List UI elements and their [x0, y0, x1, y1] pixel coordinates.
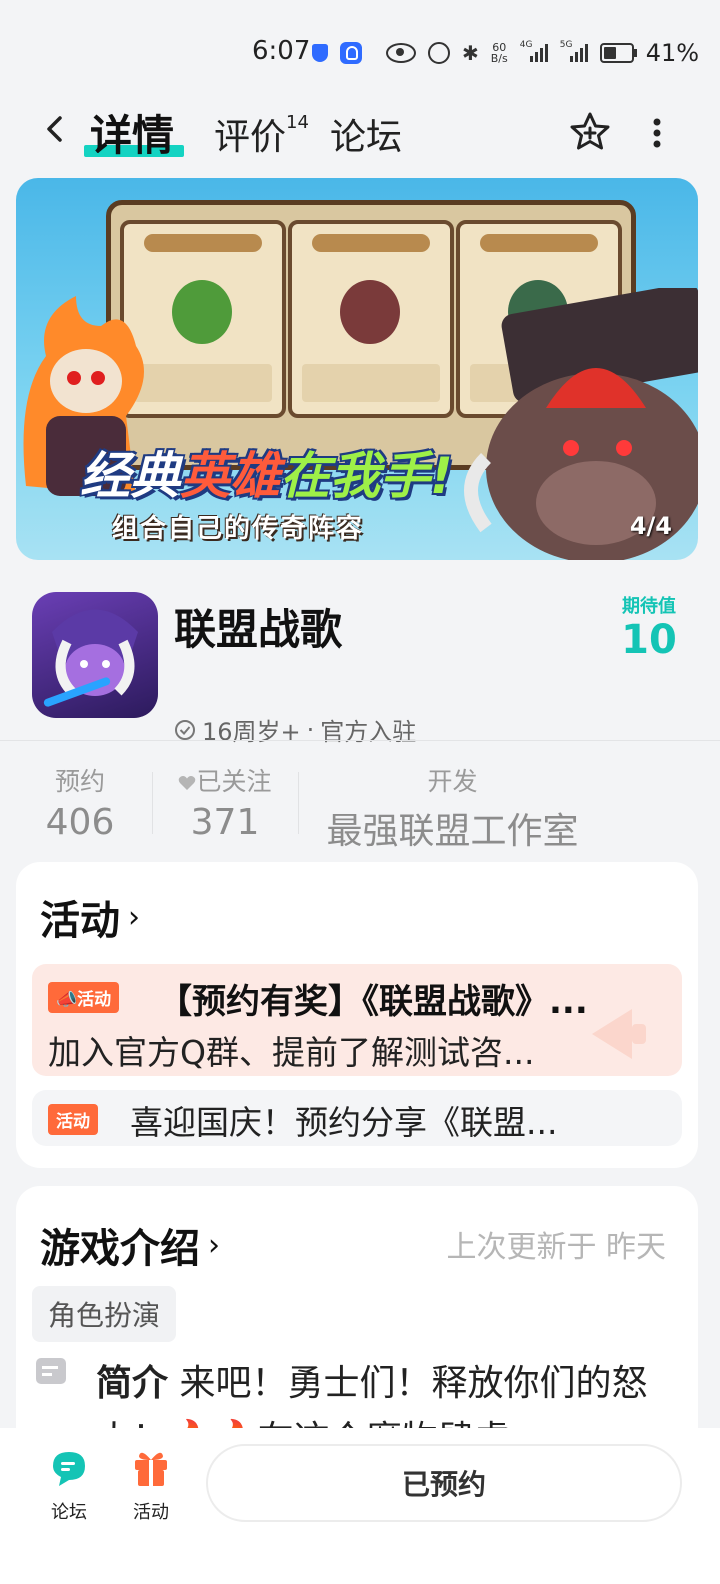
stat-divider [152, 772, 153, 834]
bluetooth-icon: ✱ [462, 41, 479, 65]
age-rating: 16周岁+ [202, 718, 301, 746]
check-circle-icon [175, 719, 195, 740]
stat-follow[interactable]: 已关注 371 [164, 762, 286, 843]
last-updated: 上次更新于 昨天 [446, 1230, 666, 1265]
tab-detail[interactable]: 详情 [84, 102, 184, 163]
star-plus-icon[interactable] [568, 110, 612, 154]
official-label: 官方入驻 [320, 718, 417, 746]
bulb-icon [340, 42, 362, 64]
app-meta: 16周岁+ · 官方入驻 [174, 712, 416, 747]
expect-value: 10 [621, 617, 677, 663]
banner-subline: 组合自己的传奇阵容 [112, 514, 365, 544]
battery-percent: 41% [645, 39, 700, 67]
expect-score: 期待值 10 [604, 592, 694, 662]
activity-tag: 活动 [48, 1104, 98, 1135]
top-nav: 详情 评价14 论坛 [0, 96, 720, 166]
tab-review[interactable]: 评价14 [214, 108, 309, 160]
chevron-right-icon: › [128, 899, 140, 935]
activity-card: 活动 › 📣活动 【预约有奖】《联盟战歌》... 加入官方Q群、提前了解测试咨..… [16, 862, 698, 1168]
bottom-action-bar: 论坛 活动 已预约 [0, 1428, 720, 1584]
chevron-right-icon: › [208, 1227, 220, 1263]
bottom-forum-button[interactable]: 论坛 [34, 1446, 104, 1524]
stat-developer[interactable]: 开发 最强联盟工作室 [310, 762, 595, 854]
gift-icon [135, 1452, 167, 1486]
app-name: 联盟战歌 [174, 605, 343, 654]
more-icon[interactable] [650, 116, 664, 150]
activity-item[interactable]: 📣活动 【预约有奖】《联盟战歌》... 加入官方Q群、提前了解测试咨... [32, 964, 682, 1076]
activity-item[interactable]: 活动 喜迎国庆！预约分享《联盟... [32, 1090, 682, 1146]
genre-tag[interactable]: 角色扮演 [32, 1286, 177, 1342]
shield-icon [312, 44, 328, 62]
megaphone-watermark-icon [592, 1009, 646, 1059]
hero-panel-art [288, 220, 454, 418]
network-speed: 60 B/s [490, 41, 508, 65]
back-icon[interactable] [40, 114, 70, 144]
battery-icon [599, 43, 637, 63]
alarm-icon [428, 42, 450, 64]
activity-item-title: 【预约有奖】《联盟战歌》... [158, 982, 588, 1022]
bottom-activity-button[interactable]: 活动 [116, 1446, 186, 1524]
activity-title[interactable]: 活动 › [40, 888, 140, 946]
intro-title[interactable]: 游戏介绍 › [40, 1216, 220, 1274]
app-icon [32, 592, 158, 718]
stat-reserve: 预约 406 [45, 767, 115, 843]
review-count: 14 [286, 112, 309, 133]
activity-tag: 📣活动 [48, 982, 120, 1013]
status-icons: ✱ 60 B/s 4G 5G 41% [312, 38, 699, 68]
activity-item-desc: 加入官方Q群、提前了解测试咨... [48, 1033, 535, 1072]
status-bar: 6:07 ✱ 60 B/s 4G 5G 41% [0, 0, 720, 100]
reserved-button[interactable]: 已预约 [206, 1444, 682, 1522]
activity-item-title: 喜迎国庆！预约分享《联盟... [130, 1103, 558, 1142]
signal-icon-2: 5G [560, 40, 588, 62]
signal-icon: 4G [520, 40, 548, 62]
tab-forum[interactable]: 论坛 [330, 108, 402, 160]
expect-label: 期待值 [622, 596, 676, 617]
intro-doc-icon [36, 1358, 66, 1384]
banner-carousel[interactable]: 经典英雄在我手! 组合自己的传奇阵容 4/4 [16, 178, 698, 560]
eye-icon [386, 43, 416, 63]
banner-page-counter: 4/4 [629, 512, 672, 540]
divider [0, 740, 720, 741]
banner-headline: 经典英雄在我手! [80, 447, 453, 505]
chat-bubble-icon [53, 1452, 85, 1486]
status-time: 6:07 [252, 36, 311, 66]
heart-icon [179, 776, 196, 790]
stat-divider [298, 772, 299, 834]
